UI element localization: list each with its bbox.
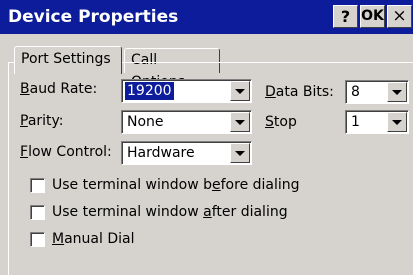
checkbox-accel: a xyxy=(203,204,212,220)
use-terminal-before-dialing-checkbox[interactable] xyxy=(30,178,45,193)
ok-button[interactable]: OK xyxy=(360,5,385,28)
chevron-down-icon[interactable] xyxy=(230,143,250,163)
data-bits-value: 8 xyxy=(351,84,360,100)
checkbox-text: Use terminal window xyxy=(52,204,204,220)
stop-label: Stop xyxy=(265,114,297,130)
flow-control-value: Hardware xyxy=(127,145,195,161)
flow-control-label: Flow Control: xyxy=(20,144,112,160)
data-bits-label: Data Bits: xyxy=(265,84,334,100)
stop-label-text: top xyxy=(273,114,297,130)
manual-dial-checkbox[interactable] xyxy=(30,232,45,247)
flow-control-label-text: low Control: xyxy=(28,144,112,160)
chevron-down-icon[interactable] xyxy=(387,82,407,102)
checkbox-accel: M xyxy=(52,231,65,247)
help-button[interactable]: ? xyxy=(333,5,358,28)
title-bar: Device Properties ? OK × xyxy=(0,0,413,34)
baud-rate-label-text: aud Rate: xyxy=(29,81,98,97)
checkbox-text: anual Dial xyxy=(64,231,135,247)
window-title: Device Properties xyxy=(8,7,179,27)
parity-dropdown[interactable]: None xyxy=(121,110,252,134)
stop-value: 1 xyxy=(351,114,360,130)
use-terminal-before-dialing-label[interactable]: Use terminal window before dialing xyxy=(52,177,300,193)
checkbox-text: Use terminal window b xyxy=(52,177,212,193)
parity-label-text: arity: xyxy=(27,113,64,129)
stop-accel: S xyxy=(265,114,274,130)
use-terminal-after-dialing-label[interactable]: Use terminal window after dialing xyxy=(52,204,288,220)
parity-accel: P xyxy=(20,113,28,129)
baud-rate-label: Baud Rate: xyxy=(20,81,97,97)
tab-port-settings[interactable]: Port Settings xyxy=(14,46,122,74)
parity-value: None xyxy=(127,114,164,130)
close-button[interactable]: × xyxy=(387,5,412,28)
data-bits-label-text: ata Bits: xyxy=(275,84,334,100)
baud-rate-dropdown[interactable]: 19200 xyxy=(121,79,252,103)
stop-dropdown[interactable]: 1 xyxy=(345,110,409,134)
checkbox-text: fore dialing xyxy=(220,177,300,193)
data-bits-dropdown[interactable]: 8 xyxy=(345,80,409,104)
flow-control-dropdown[interactable]: Hardware xyxy=(121,141,252,165)
chevron-down-icon[interactable] xyxy=(230,81,250,101)
checkbox-text: fter dialing xyxy=(211,204,288,220)
use-terminal-after-dialing-checkbox[interactable] xyxy=(30,205,45,220)
data-bits-accel: D xyxy=(265,84,276,100)
chevron-down-icon[interactable] xyxy=(230,112,250,132)
flow-control-accel: F xyxy=(20,144,29,160)
checkbox-accel: e xyxy=(212,177,221,193)
parity-label: Parity: xyxy=(20,113,64,129)
baud-rate-accel: B xyxy=(20,81,30,97)
tab-strip: Port Settings Call Options xyxy=(0,36,413,90)
baud-rate-value: 19200 xyxy=(125,82,174,100)
manual-dial-label[interactable]: Manual Dial xyxy=(52,231,134,247)
chevron-down-icon[interactable] xyxy=(387,112,407,132)
